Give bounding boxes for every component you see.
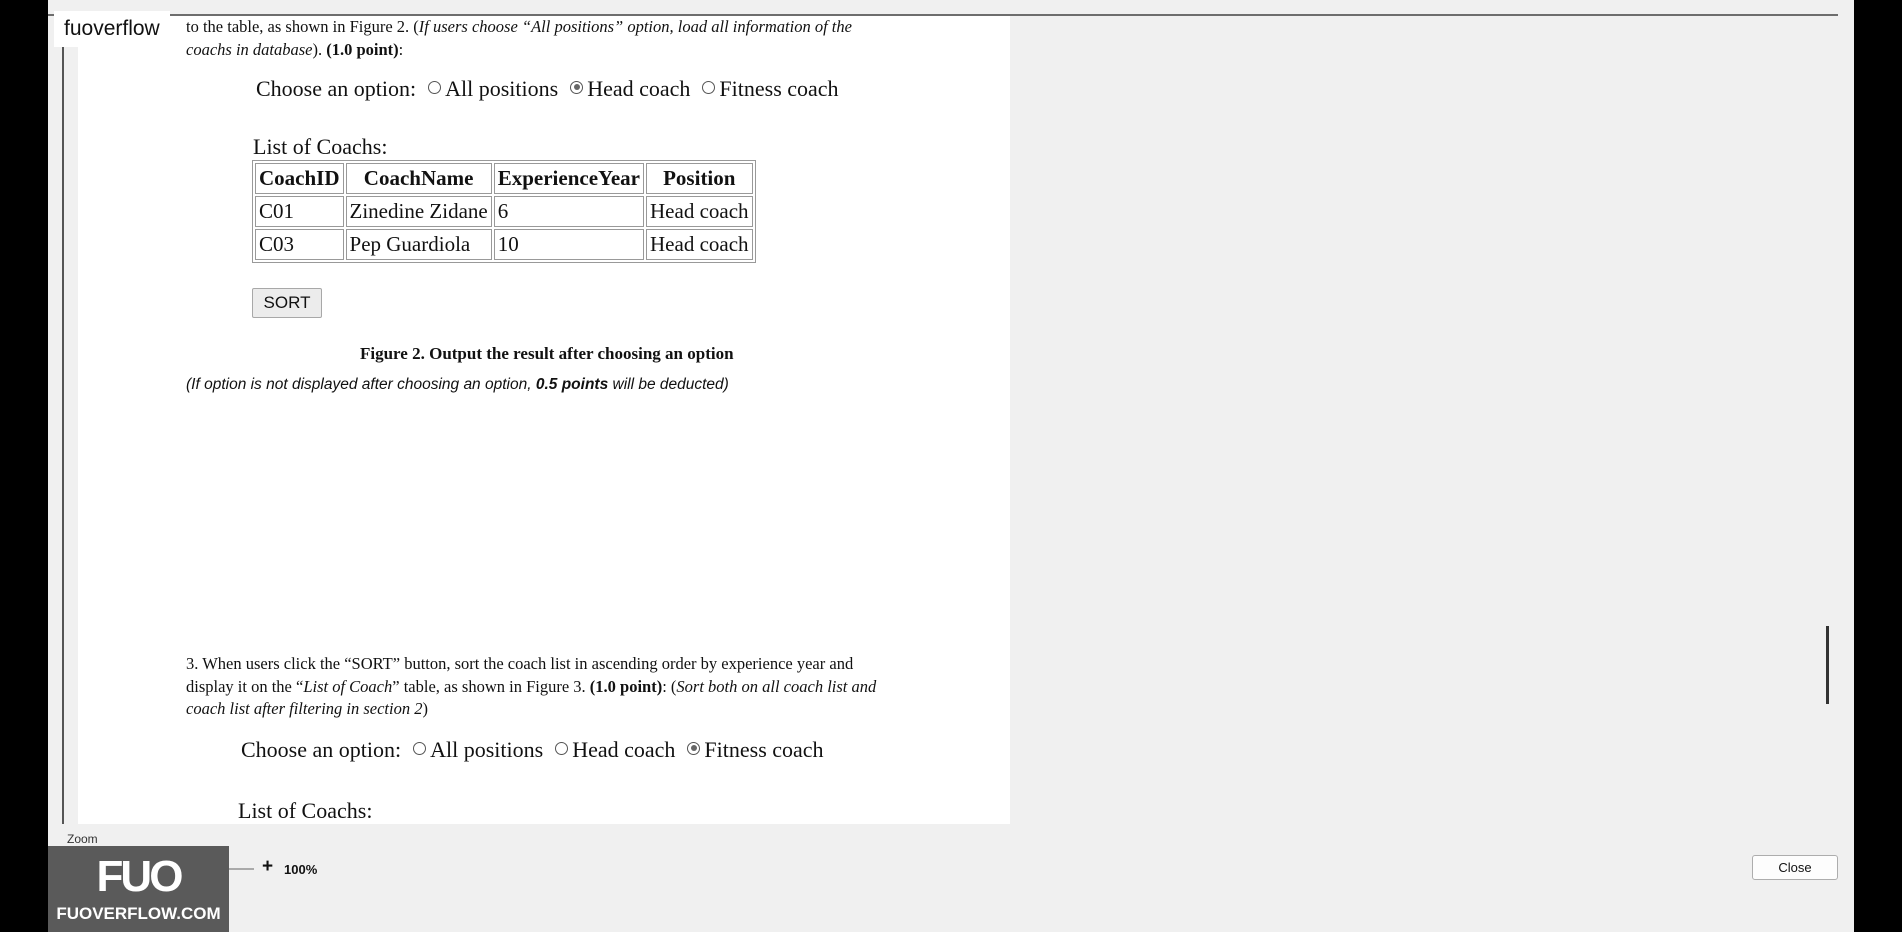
brand-tab-label: fuoverflow (64, 17, 160, 40)
figure3-option-group: Choose an option: All positions Head coa… (241, 737, 832, 763)
left-margin-line (62, 16, 64, 824)
figure2-choose-label: Choose an option: (256, 76, 417, 101)
intro-points: (1.0 point) (326, 39, 399, 59)
table-cell: Pep Guardiola (345, 229, 492, 260)
note-points: 0.5 points (535, 376, 609, 393)
table-cell: Head coach (646, 196, 753, 227)
figure3-list-title: List of Coachs: (238, 798, 373, 823)
vertical-scrollbar-thumb[interactable] (1826, 626, 1829, 704)
column-header: CoachName (345, 163, 492, 194)
figure3-choose-label: Choose an option: (241, 737, 402, 762)
close-button[interactable]: Close (1752, 855, 1838, 880)
figure3-radio-head-coach[interactable] (555, 741, 569, 755)
document-page: to the table, as shown in Figure 2. (If … (78, 16, 1010, 824)
section3-line3-suffix: ) (422, 699, 428, 718)
brand-tab: fuoverflow (54, 11, 170, 47)
document-viewer-window: to the table, as shown in Figure 2. (If … (48, 0, 1854, 932)
section3-paragraph: 3. When users click the “SORT” button, s… (186, 653, 976, 721)
section3-line3-italic: coach list after filtering in section 2 (186, 699, 423, 718)
zoom-label: Zoom (67, 832, 98, 846)
table-row: C01 Zinedine Zidane 6 Head coach (255, 196, 753, 227)
intro-line1-prefix: to the table, as shown in Figure 2. ( (186, 17, 419, 36)
table-cell: C03 (255, 229, 344, 260)
note-prefix: (If option is not displayed after choosi… (186, 376, 536, 393)
section3-points: (1.0 point) (589, 676, 663, 696)
figure3-option-head-coach: Head coach (572, 737, 676, 762)
column-header: ExperienceYear (493, 163, 645, 194)
section3-line2-colon: : ( (662, 676, 677, 696)
table-cell: Zinedine Zidane (345, 196, 492, 227)
intro-line2-mid: ). (312, 39, 327, 59)
figure2-list-title: List of Coachs: (253, 134, 388, 159)
zoom-level: 100% (284, 862, 318, 877)
table-header-row: CoachID CoachName ExperienceYear Positio… (255, 163, 753, 194)
zoom-in-button[interactable]: + (262, 856, 273, 878)
figure3-radio-all-positions[interactable] (413, 741, 427, 755)
figure2-option-group: Choose an option: All positions Head coa… (256, 76, 847, 102)
sort-button[interactable]: SORT (252, 288, 322, 318)
section3-line2-mid: ” table, as shown in Figure 3. (392, 676, 590, 696)
section3-line2-italic: List of Coach (303, 676, 393, 696)
intro-line1-italic: If users choose “All positions” option, … (418, 17, 852, 36)
intro-line2-italic: coachs in database (186, 39, 313, 59)
figure2-radio-all-positions[interactable] (428, 80, 442, 94)
figure3-option-fitness-coach: Fitness coach (704, 737, 824, 762)
figure2-option-head-coach: Head coach (587, 76, 691, 101)
figure3-radio-fitness-coach[interactable] (687, 741, 701, 755)
table-cell: C01 (255, 196, 344, 227)
watermark-logo: FUO (96, 852, 184, 901)
table-row: C03 Pep Guardiola 10 Head coach (255, 229, 753, 260)
document-viewport[interactable]: to the table, as shown in Figure 2. (If … (48, 16, 1838, 824)
table-cell: Head coach (646, 229, 753, 260)
figure2-option-all-positions: All positions (445, 76, 559, 101)
figure2-caption: Figure 2. Output the result after choosi… (360, 344, 734, 363)
column-header: CoachID (255, 163, 344, 194)
zoom-bar: Zoom - + 100% Close (48, 824, 1854, 932)
section3-line2-italic2: Sort both on all coach list and (676, 676, 877, 696)
figure2-radio-fitness-coach[interactable] (702, 80, 716, 94)
table-cell: 6 (493, 196, 645, 227)
watermark: FUO FUOVERFLOW.COM (48, 846, 229, 932)
note-suffix: will be deducted) (608, 376, 729, 393)
figure2-coach-table: CoachID CoachName ExperienceYear Positio… (252, 160, 756, 263)
watermark-text: FUOVERFLOW.COM (56, 904, 221, 923)
figure3-option-all-positions: All positions (430, 737, 544, 762)
figure2-option-fitness-coach: Fitness coach (719, 76, 839, 101)
deduction-note: (If option is not displayed after choosi… (186, 376, 729, 394)
intro-paragraph: to the table, as shown in Figure 2. (If … (186, 16, 926, 61)
section3-line2-prefix: display it on the “ (186, 676, 304, 696)
intro-line2-suffix: : (398, 39, 404, 59)
section3-line1: 3. When users click the “SORT” button, s… (186, 654, 854, 673)
column-header: Position (646, 163, 753, 194)
table-cell: 10 (493, 229, 645, 260)
figure2-radio-head-coach[interactable] (570, 80, 584, 94)
